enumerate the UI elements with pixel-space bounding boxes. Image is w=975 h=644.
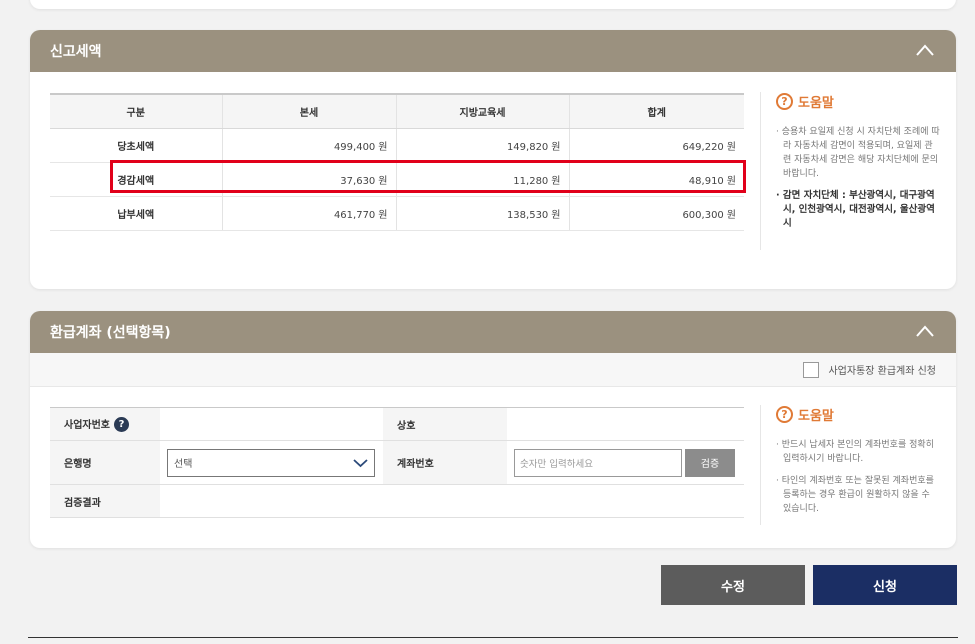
verify-button[interactable]: 검증 [685, 448, 735, 477]
base-tax-cell: 461,770 원 [221, 196, 396, 231]
help-note: · 반드시 납세자 본인의 계좌번호를 정확히 입력하시기 바랍니다. [776, 440, 934, 464]
form-row: 검증결과 [50, 484, 744, 518]
apply-button[interactable]: 신청 [813, 565, 957, 605]
company-field[interactable] [507, 407, 744, 441]
chevron-up-icon[interactable] [916, 325, 934, 337]
chevron-down-icon [353, 458, 368, 467]
table-row: 당초세액 499,400 원 149,820 원 649,220 원 [50, 128, 744, 163]
verification-result-value [160, 484, 744, 518]
business-account-label: 사업자통장 환급계좌 신청 [828, 366, 936, 377]
refund-account-card: 환급계좌 (선택항목) 사업자통장 환급계좌 신청 사업자번호? 상호 은행명 … [30, 311, 956, 548]
account-cell: 숫자만 입력하세요 검증 [507, 440, 744, 485]
refund-account-form: 사업자번호? 상호 은행명 선택 계좌번호 숫자만 입력하세요 검증 검증결과 [50, 407, 744, 518]
form-row: 사업자번호? 상호 [50, 407, 744, 441]
account-number-input[interactable]: 숫자만 입력하세요 [514, 448, 682, 477]
bank-label: 은행명 [50, 440, 160, 485]
row-label: 납부세액 [50, 196, 222, 231]
col-header-education-tax: 지방교육세 [395, 93, 569, 129]
education-tax-cell: 138,530 원 [395, 196, 569, 231]
help-note-regions: · 감면 자치단체 : 부산광역시, 대구광역시, 인천광역시, 대전광역시, … [776, 190, 935, 229]
reduced-tax-highlight-box [110, 160, 746, 193]
business-no-label-cell: 사업자번호? [50, 407, 160, 441]
base-tax-cell: 499,400 원 [221, 128, 396, 163]
question-circle-icon: ? [776, 406, 793, 423]
col-header-category: 구분 [50, 93, 222, 129]
edit-button[interactable]: 수정 [661, 565, 805, 605]
table-row: 납부세액 461,770 원 138,530 원 600,300 원 [50, 196, 744, 231]
company-label: 상호 [383, 407, 507, 441]
help-note: · 타인의 계좌번호 또는 잘못된 계좌번호를 등록하는 경우 환급이 원활하지… [776, 476, 934, 514]
form-row: 은행명 선택 계좌번호 숫자만 입력하세요 검증 [50, 440, 744, 485]
table-header-row: 구분 본세 지방교육세 합계 [50, 93, 744, 129]
refund-account-title: 환급계좌 (선택항목) [50, 325, 171, 341]
help-title: ? 도움말 [776, 92, 940, 111]
education-tax-cell: 149,820 원 [395, 128, 569, 163]
business-no-field[interactable] [160, 407, 383, 441]
report-tax-header[interactable]: 신고세액 [30, 30, 956, 72]
total-cell: 649,220 원 [568, 128, 744, 163]
refund-account-header[interactable]: 환급계좌 (선택항목) [30, 311, 956, 353]
col-header-base-tax: 본세 [221, 93, 396, 129]
bank-cell: 선택 [160, 440, 383, 485]
question-circle-icon: ? [776, 93, 793, 110]
chevron-up-icon[interactable] [916, 44, 934, 56]
total-cell: 600,300 원 [568, 196, 744, 231]
bank-select[interactable]: 선택 [167, 448, 375, 477]
report-tax-card: 신고세액 구분 본세 지방교육세 합계 당초세액 499,400 원 149,82… [30, 30, 956, 289]
account-no-label: 계좌번호 [383, 440, 507, 485]
footer-divider [28, 637, 958, 638]
refund-help-panel: ? 도움말 · 반드시 납세자 본인의 계좌번호를 정확히 입력하시기 바랍니다… [760, 405, 940, 525]
business-account-bar: 사업자통장 환급계좌 신청 [30, 353, 956, 387]
row-label: 당초세액 [50, 128, 222, 163]
report-help-panel: ? 도움말 · 승용차 요일제 신청 시 자치단체 조례에 따라 자동차세 감면… [760, 92, 940, 250]
report-tax-title: 신고세액 [50, 44, 102, 60]
help-question-icon[interactable]: ? [114, 417, 129, 433]
verification-result-label: 검증결과 [50, 484, 160, 518]
previous-card-bottom [30, 0, 956, 9]
business-account-checkbox[interactable] [803, 361, 820, 378]
col-header-total: 합계 [568, 93, 744, 129]
help-note: · 승용차 요일제 신청 시 자치단체 조례에 따라 자동차세 감면이 적용되며… [776, 127, 940, 179]
help-title: ? 도움말 [776, 405, 940, 424]
